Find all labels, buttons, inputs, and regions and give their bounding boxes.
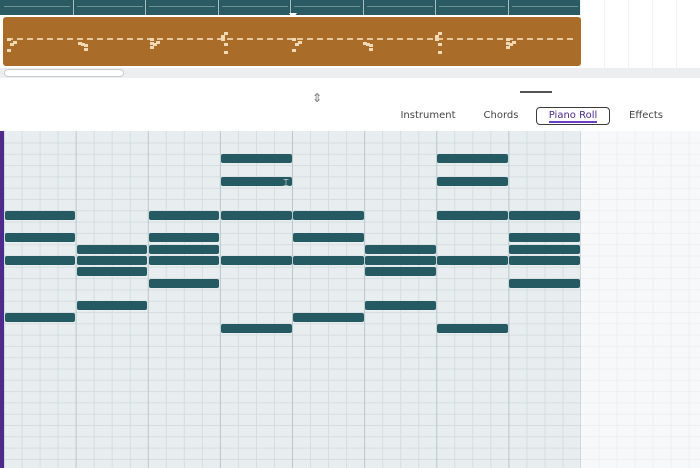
piano-roll-note[interactable]	[365, 256, 436, 265]
piano-roll-note[interactable]	[148, 210, 220, 220]
clip-note-preview	[84, 48, 89, 52]
app-window: ⇕ Instrument Chords Piano Roll Effects ⌶	[0, 0, 700, 468]
clip-note-preview	[369, 44, 374, 48]
horizontal-scrollbar-thumb[interactable]	[4, 69, 124, 77]
piano-roll-note[interactable]	[365, 244, 436, 254]
piano-roll-note[interactable]	[76, 256, 148, 265]
piano-roll-note[interactable]	[437, 256, 508, 265]
piano-roll-outside-region	[581, 131, 700, 468]
piano-roll-note[interactable]	[220, 176, 292, 186]
piano-roll-grid[interactable]	[4, 131, 581, 468]
piano-roll-editor	[0, 131, 700, 468]
piano-roll-note[interactable]	[76, 244, 148, 254]
piano-roll-note[interactable]	[437, 323, 508, 333]
clip-note-preview	[7, 38, 11, 42]
piano-roll-note[interactable]	[148, 244, 220, 254]
clip-note-preview	[149, 38, 154, 42]
piano-roll-note[interactable]	[148, 233, 220, 243]
piano-roll-note[interactable]	[293, 256, 364, 265]
track-segment-divider	[145, 0, 146, 15]
clip-note-preview	[149, 45, 154, 49]
track-segment-line	[76, 6, 143, 7]
piano-roll-note[interactable]	[148, 256, 220, 265]
piano-roll-note[interactable]	[437, 176, 508, 186]
track-segment-line	[294, 6, 360, 7]
track-segment-line	[221, 6, 288, 7]
piano-roll-note[interactable]	[437, 210, 508, 220]
clip-note-preview	[505, 38, 510, 42]
piano-roll-note[interactable]	[4, 210, 76, 220]
clip-note-preview	[369, 48, 374, 52]
panel-drag-indicator	[520, 91, 552, 93]
clip-note-preview	[437, 43, 442, 47]
clip-note-preview	[292, 49, 296, 53]
clip-note-preview	[223, 43, 228, 47]
track-segment-divider	[362, 0, 364, 15]
track-segment-line	[149, 6, 215, 7]
piano-roll-note[interactable]	[509, 210, 580, 220]
clip-note-preview	[223, 50, 228, 54]
piano-roll-note[interactable]	[76, 301, 148, 311]
piano-roll-note[interactable]	[148, 278, 220, 288]
outside-gridlines	[581, 131, 700, 468]
piano-roll-note[interactable]	[293, 233, 364, 243]
piano-roll-note[interactable]	[220, 323, 292, 333]
clip-note-preview	[7, 49, 11, 53]
piano-roll-note[interactable]	[4, 312, 76, 322]
piano-roll-note[interactable]	[220, 154, 292, 164]
piano-roll-note[interactable]	[293, 312, 364, 322]
track-segment-line	[366, 6, 433, 7]
text-cursor-icon: ⌶	[283, 178, 289, 189]
track-clip-orange[interactable]	[3, 17, 581, 66]
tab-chords[interactable]: Chords	[478, 107, 524, 125]
clip-note-preview	[434, 38, 439, 42]
track-segment-divider	[507, 0, 509, 15]
clip-note-preview	[220, 38, 225, 42]
tab-effects[interactable]: Effects	[624, 107, 668, 125]
piano-roll-note[interactable]	[4, 233, 76, 243]
clip-note-preview	[220, 34, 225, 38]
piano-roll-note[interactable]	[509, 278, 580, 288]
arrangement-tracks	[0, 0, 700, 70]
tab-piano-roll[interactable]: Piano Roll	[536, 107, 610, 125]
vertical-resize-icon[interactable]: ⇕	[311, 90, 323, 106]
piano-roll-note[interactable]	[4, 256, 76, 265]
tab-instrument[interactable]: Instrument	[396, 107, 460, 125]
piano-roll-note[interactable]	[76, 267, 148, 277]
track-segment-line	[439, 6, 505, 7]
tab-piano-roll-label: Piano Roll	[548, 110, 598, 123]
piano-roll-note[interactable]	[509, 233, 580, 243]
piano-roll-note[interactable]	[365, 267, 436, 277]
piano-roll-note[interactable]	[365, 301, 436, 311]
clip-note-preview	[437, 50, 442, 54]
piano-roll-note[interactable]	[220, 210, 292, 220]
track-segment-line	[511, 6, 578, 7]
track-segment-divider	[435, 0, 436, 15]
track-segment-divider	[217, 0, 219, 15]
track-segment-divider	[72, 0, 74, 15]
piano-roll-note[interactable]	[293, 210, 364, 220]
clip-note-preview	[292, 38, 296, 42]
clip-note-preview	[505, 45, 510, 49]
clip-note-preview	[434, 34, 439, 38]
clip-note-preview	[10, 43, 14, 47]
clip-note-preview	[295, 43, 299, 47]
clip-note-preview	[84, 44, 89, 48]
piano-roll-note[interactable]	[437, 154, 508, 164]
piano-roll-note[interactable]	[509, 256, 580, 265]
arrangement-empty-grid	[580, 0, 700, 70]
piano-roll-note[interactable]	[509, 244, 580, 254]
piano-roll-note[interactable]	[220, 256, 292, 265]
track-segment-line	[4, 6, 70, 7]
